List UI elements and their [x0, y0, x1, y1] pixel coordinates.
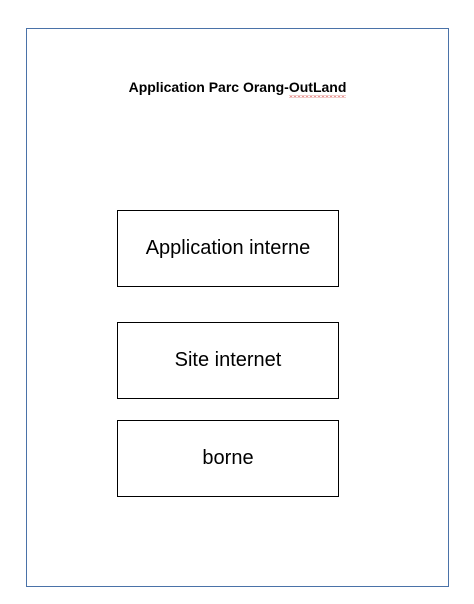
box-borne: borne	[117, 420, 339, 497]
diagram-title-misspelled-word: OutLand	[288, 79, 347, 98]
diagram-frame: Application Parc Orang-OutLand Applicati…	[26, 28, 449, 587]
box-label: Site internet	[174, 349, 282, 371]
box-site-internet: Site internet	[117, 322, 339, 399]
diagram-title-prefix: Application Parc Orang-	[128, 79, 289, 95]
box-label: Application interne	[145, 237, 311, 259]
box-label: borne	[202, 447, 254, 469]
diagram-title: Application Parc Orang-OutLand	[27, 79, 448, 98]
box-application-interne: Application interne	[117, 210, 339, 287]
